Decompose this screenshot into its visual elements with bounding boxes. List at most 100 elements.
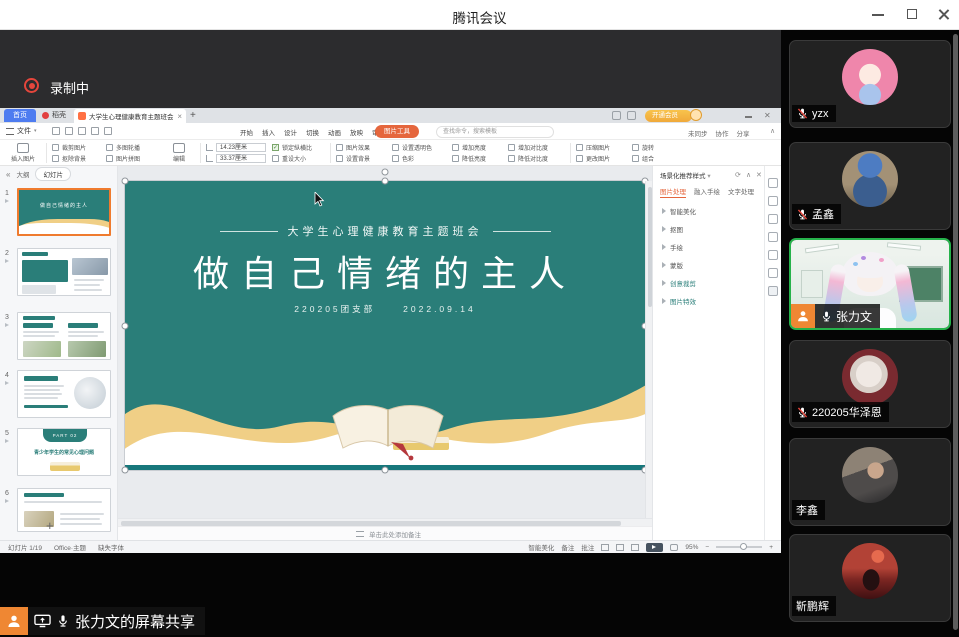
wps-home-tab[interactable]: 首页 [4, 109, 36, 122]
crop-picture-button[interactable]: 裁剪图片 [52, 142, 104, 153]
wps-minimize-icon[interactable] [745, 116, 752, 118]
tab-hand-drawn[interactable]: 融入手绘 [694, 186, 720, 198]
tab-start[interactable]: 开始 [240, 127, 253, 137]
slide-thumb-6[interactable] [17, 488, 111, 532]
maximize-button[interactable] [907, 9, 917, 19]
share-link[interactable]: 分享 [737, 128, 750, 138]
beautify-pane-icon[interactable] [768, 286, 778, 296]
play-slideshow-button[interactable] [646, 543, 663, 552]
collapse-panel-icon[interactable]: « [6, 170, 10, 179]
sync-status[interactable]: 未同步 [688, 128, 708, 138]
canvas-horizontal-scrollbar[interactable] [118, 518, 652, 526]
theme-name[interactable]: Office·主题 [54, 542, 86, 552]
split-view-icon[interactable] [627, 111, 636, 120]
panel-item-effects[interactable]: 图片特效 [662, 296, 696, 306]
sidebar-scrollbar[interactable] [953, 34, 958, 630]
participant-tile-mengxin[interactable]: 孟鑫 [789, 142, 951, 230]
zoom-out-button[interactable]: − [705, 544, 709, 551]
draw-pane-icon[interactable] [768, 214, 778, 224]
transparent-color-button[interactable]: 设置透明色 [392, 142, 448, 153]
wps-document-tab[interactable]: 大学生心理健康教育主题班会PPT... × [74, 109, 186, 123]
collapse-icon[interactable]: ∧ [746, 171, 751, 179]
undo-icon[interactable] [91, 127, 99, 135]
notes-bar[interactable]: 单击此处添加备注 [118, 526, 652, 540]
reading-view-icon[interactable] [631, 544, 639, 551]
panel-item-cutout[interactable]: 抠图 [662, 224, 683, 234]
zoom-level[interactable]: 95% [685, 544, 698, 551]
tab-text-process[interactable]: 文字处理 [728, 186, 754, 198]
new-tab-button[interactable]: + [190, 110, 196, 121]
canvas-vertical-scrollbar[interactable] [645, 181, 652, 518]
picture-tools-context-tab[interactable]: 图片工具 [375, 125, 419, 138]
history-pane-icon[interactable] [768, 250, 778, 260]
add-slide-button[interactable]: + [46, 518, 54, 533]
crop-pane-icon[interactable] [768, 232, 778, 242]
slide-1-canvas[interactable]: 大学生心理健康教育主题班会 做自己情绪的主人 220205团支部2022.09.… [125, 181, 645, 470]
wps-close-icon[interactable]: ✕ [764, 111, 771, 120]
close-panel-icon[interactable]: ✕ [756, 171, 762, 179]
color-button[interactable]: 色彩 [392, 153, 448, 164]
zoom-slider[interactable] [716, 546, 762, 548]
normal-view-icon[interactable] [601, 544, 609, 551]
set-background-button[interactable]: 设置背景 [336, 153, 388, 164]
notes-toggle[interactable]: 备注 [561, 542, 574, 552]
fit-window-icon[interactable] [670, 544, 678, 551]
picture-effects-button[interactable]: 图片效果 [336, 142, 388, 153]
redo-icon[interactable] [104, 127, 112, 135]
save-icon[interactable] [52, 127, 60, 135]
close-tab-icon[interactable]: × [177, 112, 182, 121]
selection-handle[interactable] [122, 467, 129, 474]
collaborate-link[interactable]: 协作 [716, 128, 729, 138]
slide-thumb-3[interactable] [17, 312, 111, 360]
contrast-up-button[interactable]: 增加对比度 [508, 142, 566, 153]
zoom-slider-knob[interactable] [740, 543, 747, 550]
edit-picture-button[interactable]: 编辑 [160, 142, 198, 164]
contrast-down-button[interactable]: 降低对比度 [508, 153, 566, 164]
brightness-down-button[interactable]: 降低亮度 [452, 153, 504, 164]
brightness-up-button[interactable]: 增加亮度 [452, 142, 504, 153]
smart-beautify-button[interactable]: 智能美化 [528, 542, 554, 552]
width-field[interactable]: 33.37厘米 [216, 154, 266, 163]
comment-pane-icon[interactable] [768, 268, 778, 278]
wps-docer-tab[interactable]: 稻壳 [36, 109, 72, 122]
panel-item-creative-crop[interactable]: 创意裁剪 [662, 278, 696, 288]
member-upgrade-button[interactable]: 开通会员 [645, 110, 692, 122]
participant-tile-zhangliwen-active-speaker[interactable]: 张力文 [789, 238, 951, 330]
rotate-handle[interactable] [382, 169, 389, 176]
compress-picture-button[interactable]: 压缩图片 [576, 142, 628, 153]
tab-animation[interactable]: 动画 [328, 127, 341, 137]
participant-tile-huazeen[interactable]: 220205华泽恩 [789, 340, 951, 428]
zoom-in-button[interactable]: + [769, 544, 773, 551]
print-icon[interactable] [65, 127, 73, 135]
selection-handle[interactable] [382, 467, 389, 474]
collapse-ribbon-icon[interactable]: ∧ [770, 127, 775, 135]
group-button[interactable]: 组合 [632, 153, 672, 164]
selection-handle[interactable] [382, 178, 389, 185]
remove-background-button[interactable]: 抠除背景 [52, 153, 104, 164]
missing-fonts-button[interactable]: 缺失字体 [98, 542, 124, 552]
slide-thumb-1[interactable]: 做自己情绪的主人 [17, 188, 111, 236]
change-picture-button[interactable]: 更改图片 [576, 153, 628, 164]
refresh-icon[interactable]: ⟳ [735, 171, 741, 179]
carousel-button[interactable]: 多图轮播 [106, 142, 158, 153]
participant-tile-jinpenghui[interactable]: 靳鹏辉 [789, 534, 951, 622]
panel-item-smart-beautify[interactable]: 智能美化 [662, 206, 696, 216]
panel-item-draw[interactable]: 手绘 [662, 242, 683, 252]
slides-tab[interactable]: 幻灯片 [35, 167, 71, 181]
outline-tab[interactable]: 大纲 [16, 169, 29, 179]
apps-grid-icon[interactable] [612, 111, 621, 120]
tab-design[interactable]: 设计 [284, 127, 297, 137]
tab-transition[interactable]: 切换 [306, 127, 319, 137]
comments-toggle[interactable]: 批注 [581, 542, 594, 552]
tab-slideshow[interactable]: 放映 [350, 127, 363, 137]
slide-sorter-icon[interactable] [616, 544, 624, 551]
participant-tile-yzx[interactable]: yzx [789, 40, 951, 128]
insert-picture-button[interactable]: 插入图片 [4, 142, 42, 164]
minimize-button[interactable] [872, 9, 885, 21]
export-icon[interactable] [78, 127, 86, 135]
collage-button[interactable]: 图片拼图 [106, 153, 158, 164]
selection-handle[interactable] [122, 323, 129, 330]
panel-item-mask[interactable]: 蒙版 [662, 260, 683, 270]
properties-icon[interactable] [768, 178, 778, 188]
tab-picture-process[interactable]: 图片处理 [660, 186, 686, 198]
